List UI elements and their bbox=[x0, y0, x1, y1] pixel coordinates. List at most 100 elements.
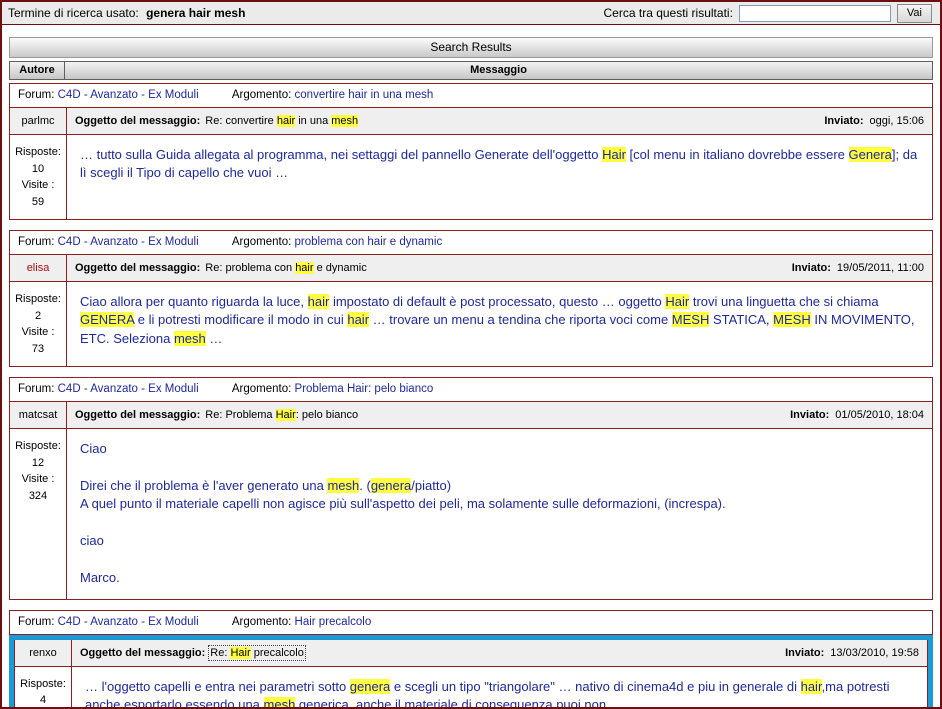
subject-row: Oggetto del messaggio: Re: problema con h… bbox=[66, 255, 932, 282]
post-container: renxo Oggetto del messaggio: Re: Hair pre… bbox=[9, 634, 933, 707]
sent-value: oggi, 15:06 bbox=[866, 115, 924, 127]
highlighted-term: Hair bbox=[230, 646, 251, 659]
author-name[interactable]: parlmc bbox=[10, 108, 66, 135]
column-header-message: Messaggio bbox=[65, 61, 933, 80]
replies-label: Risposte: bbox=[15, 293, 61, 305]
subject-label: Oggetto del messaggio: bbox=[75, 262, 201, 274]
views-label: Visite : bbox=[21, 473, 55, 485]
highlighted-term: genera bbox=[349, 678, 391, 694]
post-table: renxo Oggetto del messaggio: Re: Hair pre… bbox=[14, 639, 928, 707]
post-container: parlmc Oggetto del messaggio: Re: convert… bbox=[9, 108, 933, 220]
topic-label: Argomento: bbox=[231, 236, 292, 248]
subject-label: Oggetto del messaggio: bbox=[80, 646, 206, 659]
subject-link[interactable]: Re: Hair precalcolo bbox=[208, 644, 306, 661]
topic-link[interactable]: Problema Hair: pelo bianco bbox=[295, 383, 434, 395]
replies-value: 2 bbox=[34, 309, 42, 322]
forum-label: Forum: bbox=[18, 236, 55, 248]
highlighted-term: hair bbox=[800, 678, 822, 694]
forum-row: Forum: C4D - Avanzato - Ex Moduli Argome… bbox=[9, 609, 933, 635]
post-table: parlmc Oggetto del messaggio: Re: convert… bbox=[9, 108, 933, 220]
sent-label: Inviato: bbox=[824, 115, 864, 127]
subject-link[interactable]: Re: Problema Hair: pelo bianco bbox=[205, 409, 358, 421]
subject-link[interactable]: Re: convertire hair in una mesh bbox=[205, 115, 359, 127]
sent-value: 01/05/2010, 18:04 bbox=[832, 409, 924, 421]
sent-value: 13/03/2010, 19:58 bbox=[827, 646, 919, 659]
replies-label: Risposte: bbox=[15, 146, 61, 158]
replies-value: 12 bbox=[31, 456, 45, 469]
highlighted-term: Genera bbox=[848, 147, 892, 162]
post-table: matcsat Oggetto del messaggio: Re: Proble… bbox=[9, 402, 933, 600]
search-within-label: Cerca tra questi risultati: bbox=[603, 6, 733, 20]
sent-info: Inviato: 01/05/2010, 18:04 bbox=[790, 409, 924, 421]
topic-link[interactable]: convertire hair in una mesh bbox=[295, 89, 434, 101]
forum-label: Forum: bbox=[18, 89, 55, 101]
results-title-bar: Search Results bbox=[9, 37, 933, 58]
post-message: … l'oggetto capelli e entra nei parametr… bbox=[71, 666, 927, 707]
subject-row: Oggetto del messaggio: Re: convertire hai… bbox=[66, 108, 932, 135]
post-stats: Risposte: 12 Visite : 324 bbox=[10, 429, 66, 599]
subject-row: Oggetto del messaggio: Re: Hair precalcol… bbox=[71, 639, 927, 667]
highlighted-term: MESH bbox=[773, 312, 811, 328]
subject-group: Oggetto del messaggio: Re: convertire hai… bbox=[75, 115, 359, 127]
topic-link[interactable]: Hair precalcolo bbox=[295, 616, 372, 628]
highlighted-term: genera bbox=[370, 477, 412, 493]
go-button[interactable]: Vai bbox=[896, 3, 932, 23]
highlighted-term: mesh bbox=[263, 697, 296, 707]
author-name[interactable]: matcsat bbox=[10, 402, 66, 429]
forum-link[interactable]: C4D - Avanzato - Ex Moduli bbox=[58, 236, 199, 248]
sent-value: 19/05/2011, 11:00 bbox=[833, 262, 924, 274]
views-value: 59 bbox=[31, 195, 45, 208]
highlighted-term: hair bbox=[276, 115, 296, 127]
forum-link[interactable]: C4D - Avanzato - Ex Moduli bbox=[58, 89, 199, 101]
search-within-input[interactable] bbox=[738, 4, 891, 22]
post-message: … tutto sulla Guida allegata al programm… bbox=[66, 135, 932, 219]
highlighted-term: Hair bbox=[665, 294, 690, 309]
topic-label: Argomento: bbox=[231, 383, 292, 395]
sent-label: Inviato: bbox=[785, 646, 825, 659]
forum-link[interactable]: C4D - Avanzato - Ex Moduli bbox=[58, 383, 199, 395]
search-within-form: Cerca tra questi risultati: Vai bbox=[603, 3, 932, 23]
post-stats: Risposte: 10 Visite : 59 bbox=[10, 135, 66, 219]
column-header-author: Autore bbox=[9, 61, 65, 80]
replies-value: 10 bbox=[31, 162, 45, 175]
forum-row: Forum: C4D - Avanzato - Ex Moduli Argome… bbox=[9, 230, 933, 255]
results-table-header: Autore Messaggio bbox=[9, 61, 933, 80]
post-table: elisa Oggetto del messaggio: Re: problema… bbox=[9, 255, 933, 367]
author-name[interactable]: renxo bbox=[15, 639, 71, 667]
forum-link[interactable]: C4D - Avanzato - Ex Moduli bbox=[58, 616, 199, 628]
highlighted-term: hair bbox=[307, 294, 330, 309]
views-label: Visite : bbox=[21, 179, 55, 191]
forum-row: Forum: C4D - Avanzato - Ex Moduli Argome… bbox=[9, 83, 933, 108]
views-value: 73 bbox=[31, 342, 45, 355]
replies-label: Risposte: bbox=[20, 677, 66, 690]
forum-label: Forum: bbox=[18, 383, 55, 395]
topic-label: Argomento: bbox=[231, 89, 292, 101]
replies-label: Risposte: bbox=[15, 440, 61, 452]
sent-info: Inviato: 13/03/2010, 19:58 bbox=[785, 647, 919, 659]
post-message: Ciao Direi che il problema è l'aver gene… bbox=[66, 429, 932, 599]
sent-info: Inviato: 19/05/2011, 11:00 bbox=[792, 262, 924, 274]
search-term-label: Termine di ricerca usato: bbox=[8, 6, 139, 20]
search-result-block: Forum: C4D - Avanzato - Ex Moduli Argome… bbox=[9, 83, 933, 220]
results-list: Forum: C4D - Avanzato - Ex Moduli Argome… bbox=[2, 83, 940, 707]
subject-link[interactable]: Re: problema con hair e dynamic bbox=[205, 262, 367, 274]
highlighted-term: hair bbox=[347, 312, 370, 328]
sent-info: Inviato: oggi, 15:06 bbox=[824, 115, 924, 127]
topbar: Termine di ricerca usato: genera hair me… bbox=[2, 2, 940, 25]
topic-link[interactable]: problema con hair e dynamic bbox=[295, 236, 443, 248]
topic-label: Argomento: bbox=[231, 615, 292, 628]
views-value: 324 bbox=[28, 489, 48, 502]
highlighted-term: GENERA bbox=[80, 312, 135, 328]
post-container: elisa Oggetto del messaggio: Re: problema… bbox=[9, 255, 933, 367]
highlighted-term: hair bbox=[295, 262, 314, 274]
highlighted-term: Hair bbox=[602, 147, 626, 162]
post-container: matcsat Oggetto del messaggio: Re: Proble… bbox=[9, 402, 933, 600]
highlighted-term: mesh bbox=[173, 330, 206, 346]
forum-label: Forum: bbox=[18, 615, 55, 628]
subject-label: Oggetto del messaggio: bbox=[75, 115, 201, 127]
sent-label: Inviato: bbox=[791, 262, 831, 274]
author-name[interactable]: elisa bbox=[10, 255, 66, 282]
highlighted-term: mesh bbox=[327, 477, 360, 493]
subject-label: Oggetto del messaggio: bbox=[75, 409, 201, 421]
forum-row: Forum: C4D - Avanzato - Ex Moduli Argome… bbox=[9, 377, 933, 402]
